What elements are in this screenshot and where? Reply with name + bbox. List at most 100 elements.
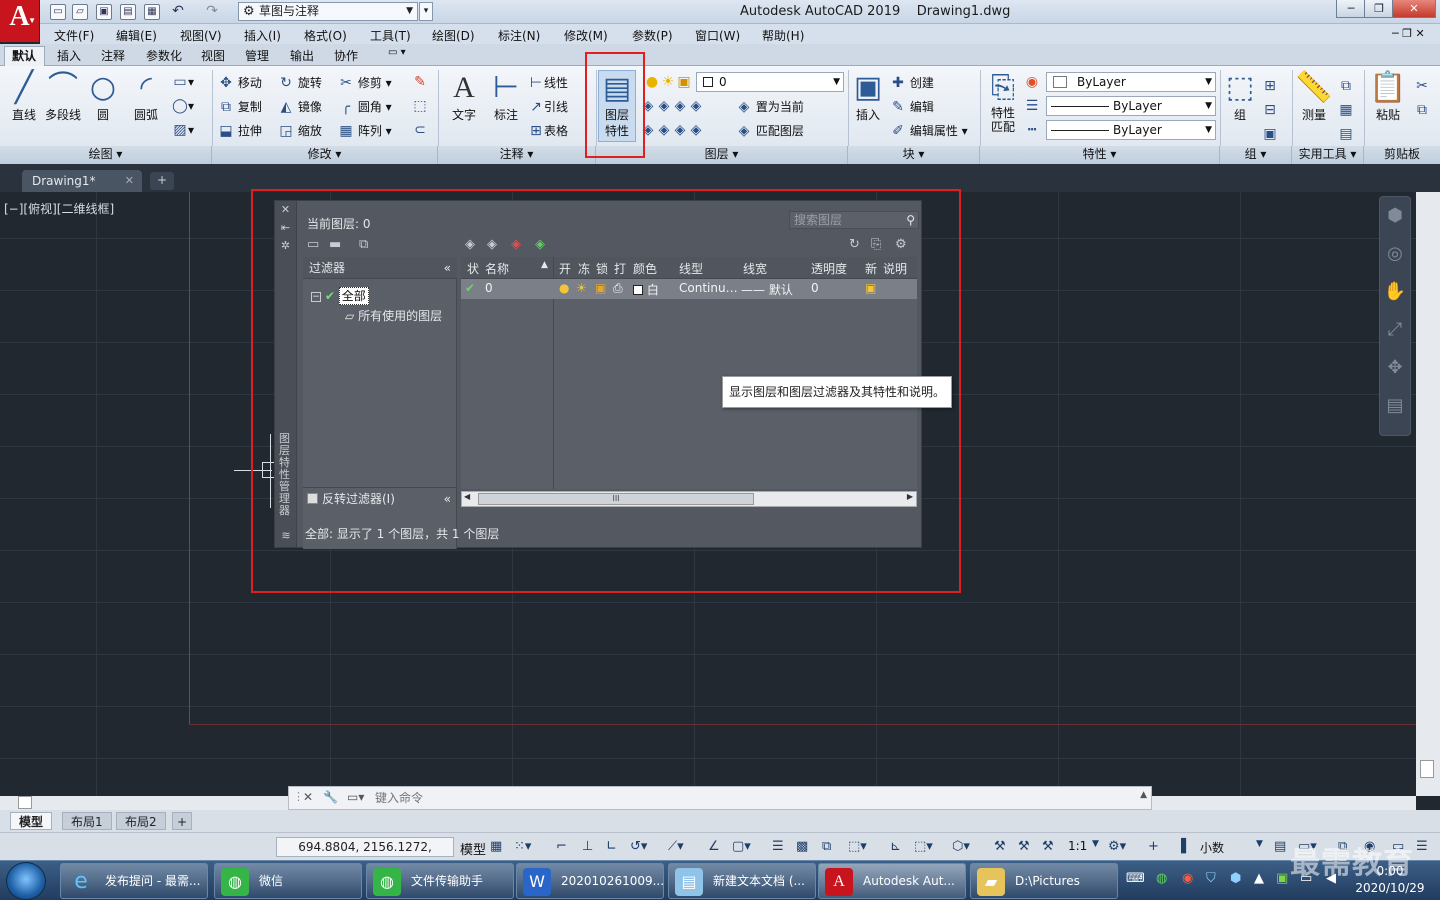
offset-button[interactable]: ⊂ (412, 122, 428, 138)
units-icon[interactable]: ▐ (1176, 839, 1186, 854)
menu-edit[interactable]: 编辑(E) (116, 27, 157, 44)
tab-layout2[interactable]: 布局2 (116, 812, 166, 830)
annotation-visibility-icon[interactable]: ⚒ (994, 839, 1006, 854)
annotation-scale-value[interactable]: 1:1 (1068, 839, 1087, 853)
viewport-controls[interactable]: [−][俯视][二维线框] (4, 200, 114, 217)
snap-icon[interactable]: ⁙▾ (514, 839, 531, 854)
start-button[interactable] (6, 862, 46, 900)
group-button[interactable]: ⬚ 组 (1222, 70, 1258, 123)
keyboard-icon[interactable]: ⌨ (1126, 871, 1145, 886)
copy-button[interactable]: ⧉ 复制 (218, 98, 262, 115)
show-hidden-icon[interactable]: ▲ (1254, 871, 1264, 886)
auto-scale-icon[interactable]: ⚒ (1018, 839, 1030, 854)
color-wheel-icon[interactable]: ◉ (1024, 74, 1040, 90)
isodraft-icon[interactable]: ⟋▾ (668, 839, 684, 854)
close-icon[interactable]: ✕ (125, 170, 134, 192)
workspace-select[interactable]: ⚙ 草图与注释 ▼ (238, 2, 418, 21)
table-button[interactable]: ⊞ 表格 (528, 122, 568, 139)
open-file-icon[interactable]: ▱ (72, 4, 88, 20)
hatch-button[interactable]: ▨▾ (172, 122, 194, 138)
tab-output[interactable]: 输出 (290, 47, 314, 64)
vertical-scrollbar[interactable] (1416, 192, 1440, 796)
explode-button[interactable]: ⬚ (412, 98, 428, 114)
shield-icon[interactable]: ⛉ (1206, 871, 1216, 886)
scroll-thumb[interactable] (18, 796, 32, 809)
wechat-tray-icon[interactable]: ◍ (1156, 871, 1167, 886)
lineweight-dropdown[interactable]: ByLayer ▼ (1046, 120, 1216, 140)
zoom-icon[interactable]: ⤢ (1380, 311, 1410, 349)
panel-clipboard-footer[interactable]: 剪贴板 (1364, 146, 1440, 164)
insert-block-button[interactable]: ▣ 插入 (850, 70, 886, 123)
restore-button[interactable]: ❐ (1364, 0, 1394, 18)
new-file-icon[interactable]: ▭ (50, 4, 66, 20)
layer-dropdown[interactable]: 0 ▼ (696, 72, 844, 92)
tab-options-button[interactable]: ▭ ▾ (388, 47, 406, 58)
tab-home[interactable]: 默认 (12, 47, 36, 64)
match-properties-button[interactable]: ⎘ 特性 匹配 (984, 70, 1022, 134)
polar-tracking-icon[interactable]: ↺▾ (630, 839, 647, 854)
panel-annotation-footer[interactable]: 注释 ▾ (438, 146, 596, 164)
command-history-icon[interactable]: ▲ (1140, 790, 1147, 800)
units-value[interactable]: 小数 (1200, 839, 1224, 856)
selection-filter-icon[interactable]: ⬚▾ (914, 839, 933, 854)
command-prompt-icon[interactable]: ▭▾ (347, 790, 364, 804)
tab-model[interactable]: 模型 (10, 812, 53, 830)
doc-window-controls[interactable]: ─ ❐ ✕ (1392, 27, 1425, 40)
cube-icon[interactable]: ⬢ (1230, 871, 1241, 886)
rectangle-button[interactable]: ▭▾ (172, 74, 194, 90)
taskbar-item-explorer[interactable]: ▰ D:\Pictures (970, 863, 1118, 899)
taskbar-item-wechat[interactable]: ◍ 微信 (214, 863, 362, 899)
command-input[interactable] (375, 789, 1135, 807)
panel-draw-footer[interactable]: 绘图 ▾ (0, 146, 212, 164)
group-tools[interactable]: ⊞ ⊟ ▣ (1262, 74, 1280, 146)
array-button[interactable]: ▦ 阵列 ▾ (338, 122, 391, 139)
dynamic-ucs-icon[interactable]: ⊾ (890, 839, 901, 854)
menu-view[interactable]: 视图(V) (180, 27, 222, 44)
transparency-icon[interactable]: ▩ (796, 839, 808, 854)
measure-button[interactable]: 📏 测量 (1294, 70, 1334, 123)
linear-button[interactable]: ⊢ 线性 (528, 74, 568, 91)
nvidia-icon[interactable]: ▣ (1276, 871, 1288, 886)
undo-icon[interactable]: ↶ (170, 4, 186, 20)
arc-button[interactable]: ◜ 圆弧 (128, 70, 164, 123)
tab-view[interactable]: 视图 (201, 47, 225, 64)
mirror-button[interactable]: ◭ 镜像 (278, 98, 322, 115)
minimize-button[interactable]: ─ (1336, 0, 1366, 18)
quick-properties-icon[interactable]: ▤ (1274, 839, 1286, 854)
grid-icon[interactable]: ▦ (490, 839, 502, 854)
taskbar-item-notepad[interactable]: ▤ 新建文本文档 (... (668, 863, 816, 899)
move-button[interactable]: ✥ 移动 (218, 74, 262, 91)
color-dropdown[interactable]: ByLayer ▼ (1046, 72, 1216, 92)
save-icon[interactable]: ▣ (96, 4, 112, 20)
utility-tools[interactable]: ⧉ ▦ ▤ (1338, 74, 1356, 146)
line-button[interactable]: ╱ 直线 (6, 70, 42, 123)
save-as-icon[interactable]: ▤ (120, 4, 136, 20)
quick-access-more-button[interactable]: ▾ (419, 2, 433, 21)
taskbar-item-file-transfer[interactable]: ◍ 文件传输助手 (366, 863, 514, 899)
taskbar-item-word[interactable]: W 202010261009... (516, 863, 664, 899)
annotation-scale-icon[interactable]: ⚒ (1042, 839, 1054, 854)
stretch-button[interactable]: ⬓ 拉伸 (218, 122, 261, 139)
match-layer-button[interactable]: ◈ 匹配图层 (736, 122, 804, 139)
close-button[interactable]: ✕ (1392, 0, 1436, 18)
wrench-icon[interactable]: 🔧 (323, 790, 338, 804)
dimension-button[interactable]: ⊢ 标注 (488, 70, 524, 123)
taskbar-item-ie[interactable]: e 发布提问 - 最需... (60, 863, 208, 899)
tab-annotate[interactable]: 注释 (101, 47, 125, 64)
chevron-down-icon[interactable]: ▼ (1092, 839, 1099, 849)
scroll-thumb[interactable] (1420, 760, 1434, 778)
menu-dimension[interactable]: 标注(N) (498, 27, 540, 44)
tab-layout1[interactable]: 布局1 (62, 812, 112, 830)
menu-modify[interactable]: 修改(M) (564, 27, 608, 44)
circle-button[interactable]: ○ 圆 (86, 70, 120, 123)
erase-button[interactable]: ✎ (412, 74, 428, 90)
steering-wheel-icon[interactable]: ◎ (1380, 235, 1410, 273)
viewcube-icon[interactable]: ⬢ (1380, 197, 1410, 235)
close-icon[interactable]: ✕ (303, 790, 313, 804)
set-current-button[interactable]: ◈ 置为当前 (736, 98, 804, 115)
create-block-button[interactable]: ✚ 创建 (890, 74, 934, 91)
menu-draw[interactable]: 绘图(D) (432, 27, 475, 44)
ellipse-button[interactable]: ◯▾ (172, 98, 194, 114)
showmotion-icon[interactable]: ▤ (1380, 387, 1410, 425)
infer-constraints-icon[interactable]: ⌐ (556, 839, 567, 854)
